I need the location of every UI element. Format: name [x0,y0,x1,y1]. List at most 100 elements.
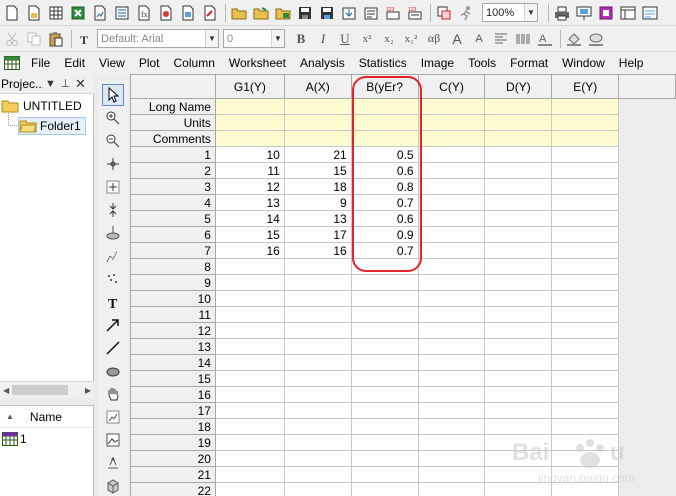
data-cell[interactable]: 12 [214,178,285,195]
meta-cell[interactable] [551,130,620,147]
duplicate-icon[interactable] [434,3,454,23]
data-cell[interactable] [551,290,620,307]
data-cell[interactable]: 0.8 [350,178,419,195]
new-matrix-icon[interactable] [112,3,132,23]
data-cell[interactable] [551,274,620,291]
meta-cell[interactable] [484,114,553,131]
data-reader-tool-icon[interactable] [102,176,124,198]
data-cell[interactable] [350,466,419,483]
row-number[interactable]: 4 [130,194,216,211]
data-cell[interactable] [551,162,620,179]
data-cell[interactable] [417,322,486,339]
data-cell[interactable] [551,402,620,419]
data-cell[interactable] [417,274,486,291]
meta-cell[interactable] [551,114,620,131]
data-cell[interactable]: 17 [283,226,352,243]
ellipse-tool-icon[interactable] [102,360,124,382]
data-cell[interactable] [417,226,486,243]
data-cell[interactable]: 15 [214,226,285,243]
meta-cell[interactable] [283,130,352,147]
pattern-icon[interactable] [586,29,606,49]
data-cell[interactable] [283,306,352,323]
row-number[interactable]: 20 [130,450,216,467]
corner-cell[interactable] [130,74,216,99]
row-number[interactable]: 10 [130,290,216,307]
new-workbook-icon[interactable] [46,3,66,23]
meta-row-label[interactable]: Long Name [130,98,216,115]
data-cell[interactable] [417,162,486,179]
data-cell[interactable] [551,226,620,243]
data-cell[interactable]: 0.6 [350,162,419,179]
3d-rotate-tool-icon[interactable] [102,475,124,496]
subscript-button[interactable]: x₂ [379,29,399,49]
data-cell[interactable] [484,194,553,211]
meta-cell[interactable] [214,114,285,131]
data-cell[interactable] [417,434,486,451]
row-number[interactable]: 16 [130,386,216,403]
row-number[interactable]: 1 [130,146,216,163]
import-ascii-icon[interactable]: 123 [383,3,403,23]
data-cell[interactable] [283,386,352,403]
data-cell[interactable]: 15 [283,162,352,179]
row-number[interactable]: 22 [130,482,216,496]
row-number[interactable]: 8 [130,258,216,275]
data-cell[interactable] [350,306,419,323]
slideshow-icon[interactable] [574,3,594,23]
column-header[interactable]: B(yEr? [350,74,419,99]
data-cell[interactable] [484,290,553,307]
decrease-font-button[interactable]: A [469,29,489,49]
data-cell[interactable] [350,290,419,307]
meta-cell[interactable] [417,98,486,115]
menu-help[interactable]: Help [612,52,651,74]
meta-cell[interactable] [350,130,419,147]
data-cell[interactable]: 0.7 [350,194,419,211]
row-number[interactable]: 6 [130,226,216,243]
pin-icon[interactable]: ⊥ [58,77,73,90]
data-cell[interactable] [350,482,419,496]
data-cell[interactable] [214,482,285,496]
data-cell[interactable] [551,242,620,259]
data-cell[interactable] [214,402,285,419]
column-header[interactable]: A(X) [283,74,352,99]
data-cell[interactable] [283,418,352,435]
column-header[interactable]: C(Y) [417,74,486,99]
data-cell[interactable] [484,386,553,403]
list-item[interactable]: 1 [0,432,93,446]
data-cell[interactable] [417,466,486,483]
data-cell[interactable] [350,386,419,403]
data-cell[interactable] [214,290,285,307]
data-cell[interactable]: 0.6 [350,210,419,227]
row-number[interactable]: 2 [130,162,216,179]
scatter-tool-icon[interactable] [102,268,124,290]
data-cell[interactable]: 11 [214,162,285,179]
data-cell[interactable] [484,322,553,339]
meta-cell[interactable] [350,114,419,131]
meta-cell[interactable] [417,130,486,147]
data-cell[interactable] [484,306,553,323]
data-cell[interactable] [484,242,553,259]
italic-button[interactable]: I [313,29,333,49]
menu-view[interactable]: View [92,52,132,74]
row-number[interactable]: 18 [130,418,216,435]
data-cell[interactable] [551,370,620,387]
data-cell[interactable] [214,338,285,355]
data-cell[interactable] [214,258,285,275]
data-cell[interactable] [214,306,285,323]
meta-cell[interactable] [214,130,285,147]
data-cell[interactable]: 16 [214,242,285,259]
data-cell[interactable] [417,210,486,227]
close-icon[interactable]: ✕ [73,76,88,92]
data-cell[interactable]: 13 [214,194,285,211]
data-cell[interactable] [283,274,352,291]
font-size-select[interactable]: 0 ▼ [223,29,285,48]
fill-color-icon[interactable] [564,29,584,49]
scroll-right-icon[interactable]: ▶ [85,386,91,395]
data-cell[interactable] [214,434,285,451]
data-cell[interactable] [417,418,486,435]
data-cell[interactable] [417,146,486,163]
barcode-icon[interactable] [513,29,533,49]
screen-reader-tool-icon[interactable] [102,153,124,175]
data-cell[interactable]: 21 [283,146,352,163]
data-cell[interactable] [417,386,486,403]
data-cell[interactable] [551,386,620,403]
